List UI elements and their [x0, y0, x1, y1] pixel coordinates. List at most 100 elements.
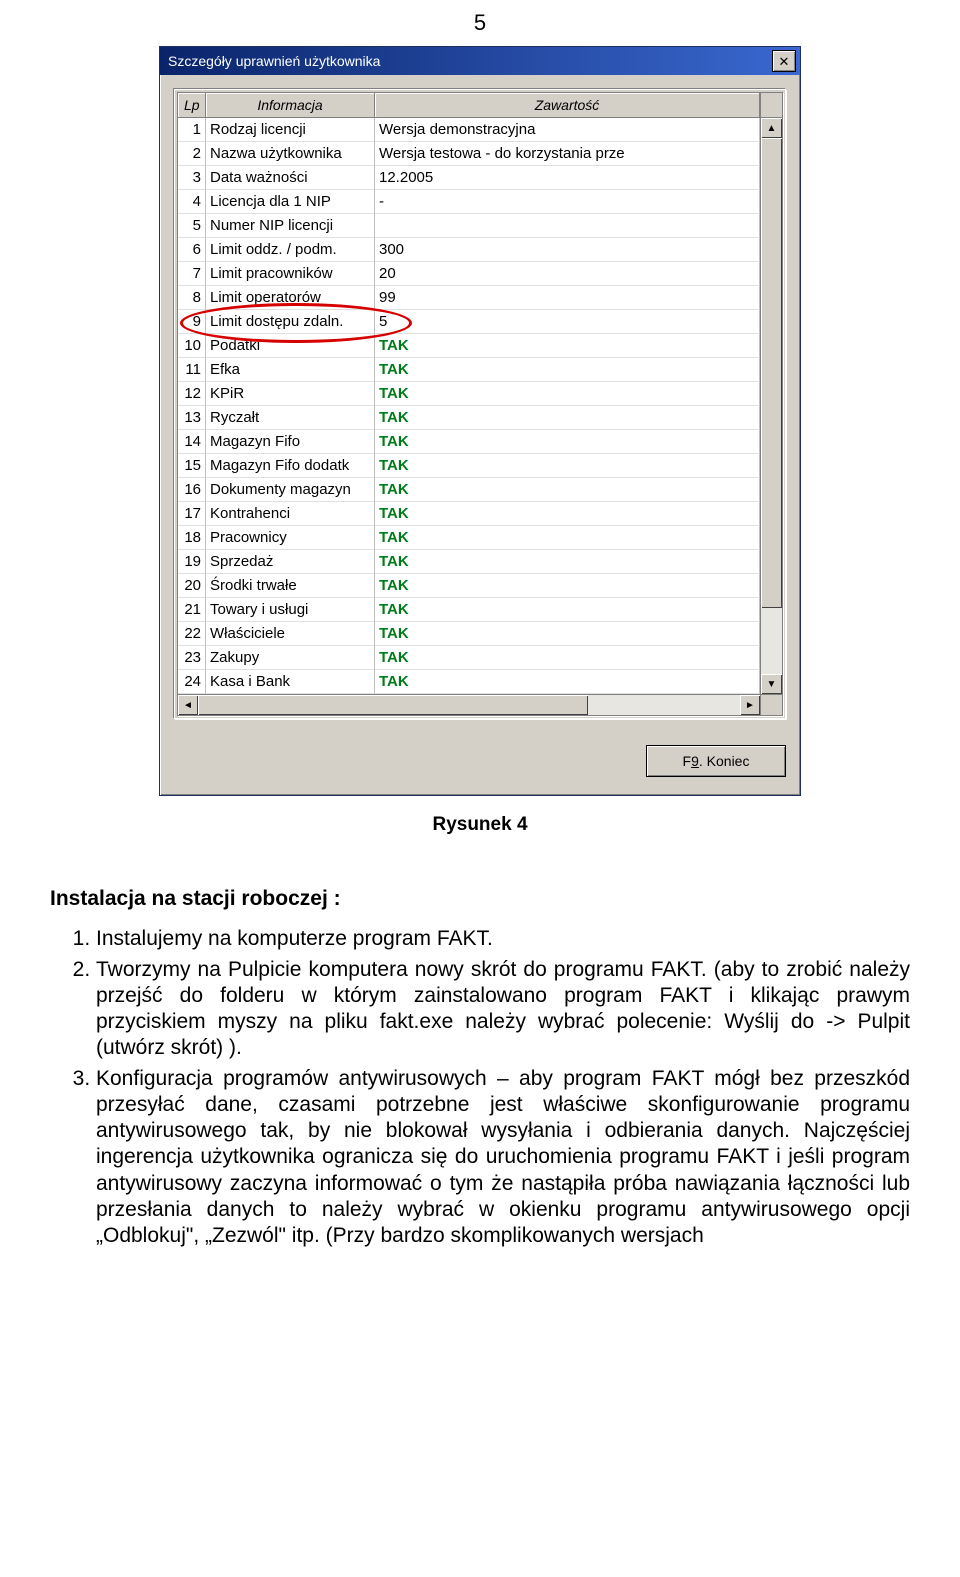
scroll-left-icon[interactable]: ◄ [178, 695, 198, 715]
horizontal-scrollbar[interactable]: ◄ ► [178, 694, 760, 715]
page-number: 5 [0, 0, 960, 46]
table-cell-value: - [375, 190, 760, 214]
hscroll-thumb[interactable] [198, 695, 588, 715]
table-cell-info: Data ważności [206, 166, 375, 190]
scroll-down-icon[interactable]: ▼ [761, 674, 782, 694]
section-heading: Instalacja na stacji roboczej : [50, 886, 910, 912]
table-cell-info: Dokumenty magazyn [206, 478, 375, 502]
table-cell-lp: 7 [178, 262, 206, 286]
table-cell-value: 5 [375, 310, 760, 334]
table-cell-value [375, 214, 760, 238]
table-cell-value: TAK [375, 430, 760, 454]
col-header-info: Informacja [206, 93, 375, 118]
table-cell-value: TAK [375, 550, 760, 574]
vscroll-thumb[interactable] [761, 138, 782, 608]
close-icon[interactable]: ✕ [772, 50, 796, 72]
table-cell-lp: 21 [178, 598, 206, 622]
table-cell-info: Nazwa użytkownika [206, 142, 375, 166]
table-cell-value: 12.2005 [375, 166, 760, 190]
table-cell-value: TAK [375, 598, 760, 622]
table-cell-info: Środki trwałe [206, 574, 375, 598]
table-cell-lp: 19 [178, 550, 206, 574]
table-cell-value: Wersja demonstracyjna [375, 118, 760, 142]
table-cell-info: Zakupy [206, 646, 375, 670]
window-title: Szczegóły uprawnień użytkownika [168, 53, 380, 69]
table-cell-info: Właściciele [206, 622, 375, 646]
table-cell-info: Magazyn Fifo dodatk [206, 454, 375, 478]
scrollbar-corner-top [760, 93, 782, 118]
table-cell-lp: 11 [178, 358, 206, 382]
table-cell-info: Pracownicy [206, 526, 375, 550]
table-cell-lp: 10 [178, 334, 206, 358]
table-cell-lp: 14 [178, 430, 206, 454]
table-cell-lp: 20 [178, 574, 206, 598]
table-cell-value: TAK [375, 478, 760, 502]
close-button[interactable]: F9. Koniec [646, 745, 786, 777]
list-item: Tworzymy na Pulpicie komputera nowy skró… [96, 957, 910, 1062]
table-cell-lp: 17 [178, 502, 206, 526]
list-item: Instalujemy na komputerze program FAKT. [96, 926, 910, 952]
table-cell-value: TAK [375, 526, 760, 550]
table-cell-info: KPiR [206, 382, 375, 406]
table-cell-lp: 3 [178, 166, 206, 190]
table-cell-lp: 1 [178, 118, 206, 142]
table-cell-lp: 15 [178, 454, 206, 478]
table-cell-value: Wersja testowa - do korzystania prze [375, 142, 760, 166]
table-cell-info: Ryczałt [206, 406, 375, 430]
table-cell-info: Magazyn Fifo [206, 430, 375, 454]
table-cell-info: Limit pracowników [206, 262, 375, 286]
col-header-value: Zawartość [375, 93, 760, 118]
table-cell-value: TAK [375, 646, 760, 670]
table-cell-lp: 8 [178, 286, 206, 310]
body-text: Instalacja na stacji roboczej : Instaluj… [0, 886, 960, 1293]
table-cell-value: TAK [375, 382, 760, 406]
table-cell-value: TAK [375, 670, 760, 694]
close-button-underline: 9 [691, 753, 699, 769]
table-cell-value: 300 [375, 238, 760, 262]
table-cell-lp: 9 [178, 310, 206, 334]
list-item: Konfiguracja programów antywirusowych – … [96, 1066, 910, 1250]
table-cell-lp: 13 [178, 406, 206, 430]
table-cell-value: 20 [375, 262, 760, 286]
scrollbar-corner-bottom [760, 694, 782, 715]
table-cell-info: Sprzedaż [206, 550, 375, 574]
table-cell-info: Numer NIP licencji [206, 214, 375, 238]
permissions-table: Lp Informacja Zawartość 1Rodzaj licencji… [177, 92, 783, 716]
scroll-right-icon[interactable]: ► [740, 695, 760, 715]
close-button-suffix: . Koniec [699, 753, 750, 769]
scroll-up-icon[interactable]: ▲ [761, 118, 782, 138]
table-cell-lp: 4 [178, 190, 206, 214]
col-header-lp: Lp [178, 93, 206, 118]
table-cell-info: Kontrahenci [206, 502, 375, 526]
table-cell-info: Rodzaj licencji [206, 118, 375, 142]
table-cell-info: Limit dostępu zdaln. [206, 310, 375, 334]
table-cell-info: Licencja dla 1 NIP [206, 190, 375, 214]
numbered-list: Instalujemy na komputerze program FAKT. T… [50, 926, 910, 1249]
table-cell-value: TAK [375, 574, 760, 598]
table-cell-lp: 16 [178, 478, 206, 502]
table-cell-info: Limit oddz. / podm. [206, 238, 375, 262]
table-cell-lp: 23 [178, 646, 206, 670]
table-cell-value: 99 [375, 286, 760, 310]
titlebar: Szczegóły uprawnień użytkownika ✕ [160, 47, 800, 75]
table-cell-value: TAK [375, 622, 760, 646]
table-cell-info: Kasa i Bank [206, 670, 375, 694]
license-details-window: Szczegóły uprawnień użytkownika ✕ Lp Inf… [159, 46, 801, 796]
table-cell-lp: 22 [178, 622, 206, 646]
table-cell-value: TAK [375, 358, 760, 382]
table-cell-lp: 12 [178, 382, 206, 406]
table-cell-value: TAK [375, 406, 760, 430]
table-cell-lp: 6 [178, 238, 206, 262]
table-cell-info: Podatki [206, 334, 375, 358]
table-cell-lp: 18 [178, 526, 206, 550]
vertical-scrollbar[interactable]: ▲▼ [760, 118, 782, 694]
figure-caption: Rysunek 4 [0, 814, 960, 836]
table-cell-info: Towary i usługi [206, 598, 375, 622]
table-cell-value: TAK [375, 454, 760, 478]
table-cell-info: Limit operatorów [206, 286, 375, 310]
table-cell-lp: 2 [178, 142, 206, 166]
table-cell-info: Efka [206, 358, 375, 382]
table-cell-lp: 5 [178, 214, 206, 238]
table-cell-lp: 24 [178, 670, 206, 694]
table-cell-value: TAK [375, 334, 760, 358]
